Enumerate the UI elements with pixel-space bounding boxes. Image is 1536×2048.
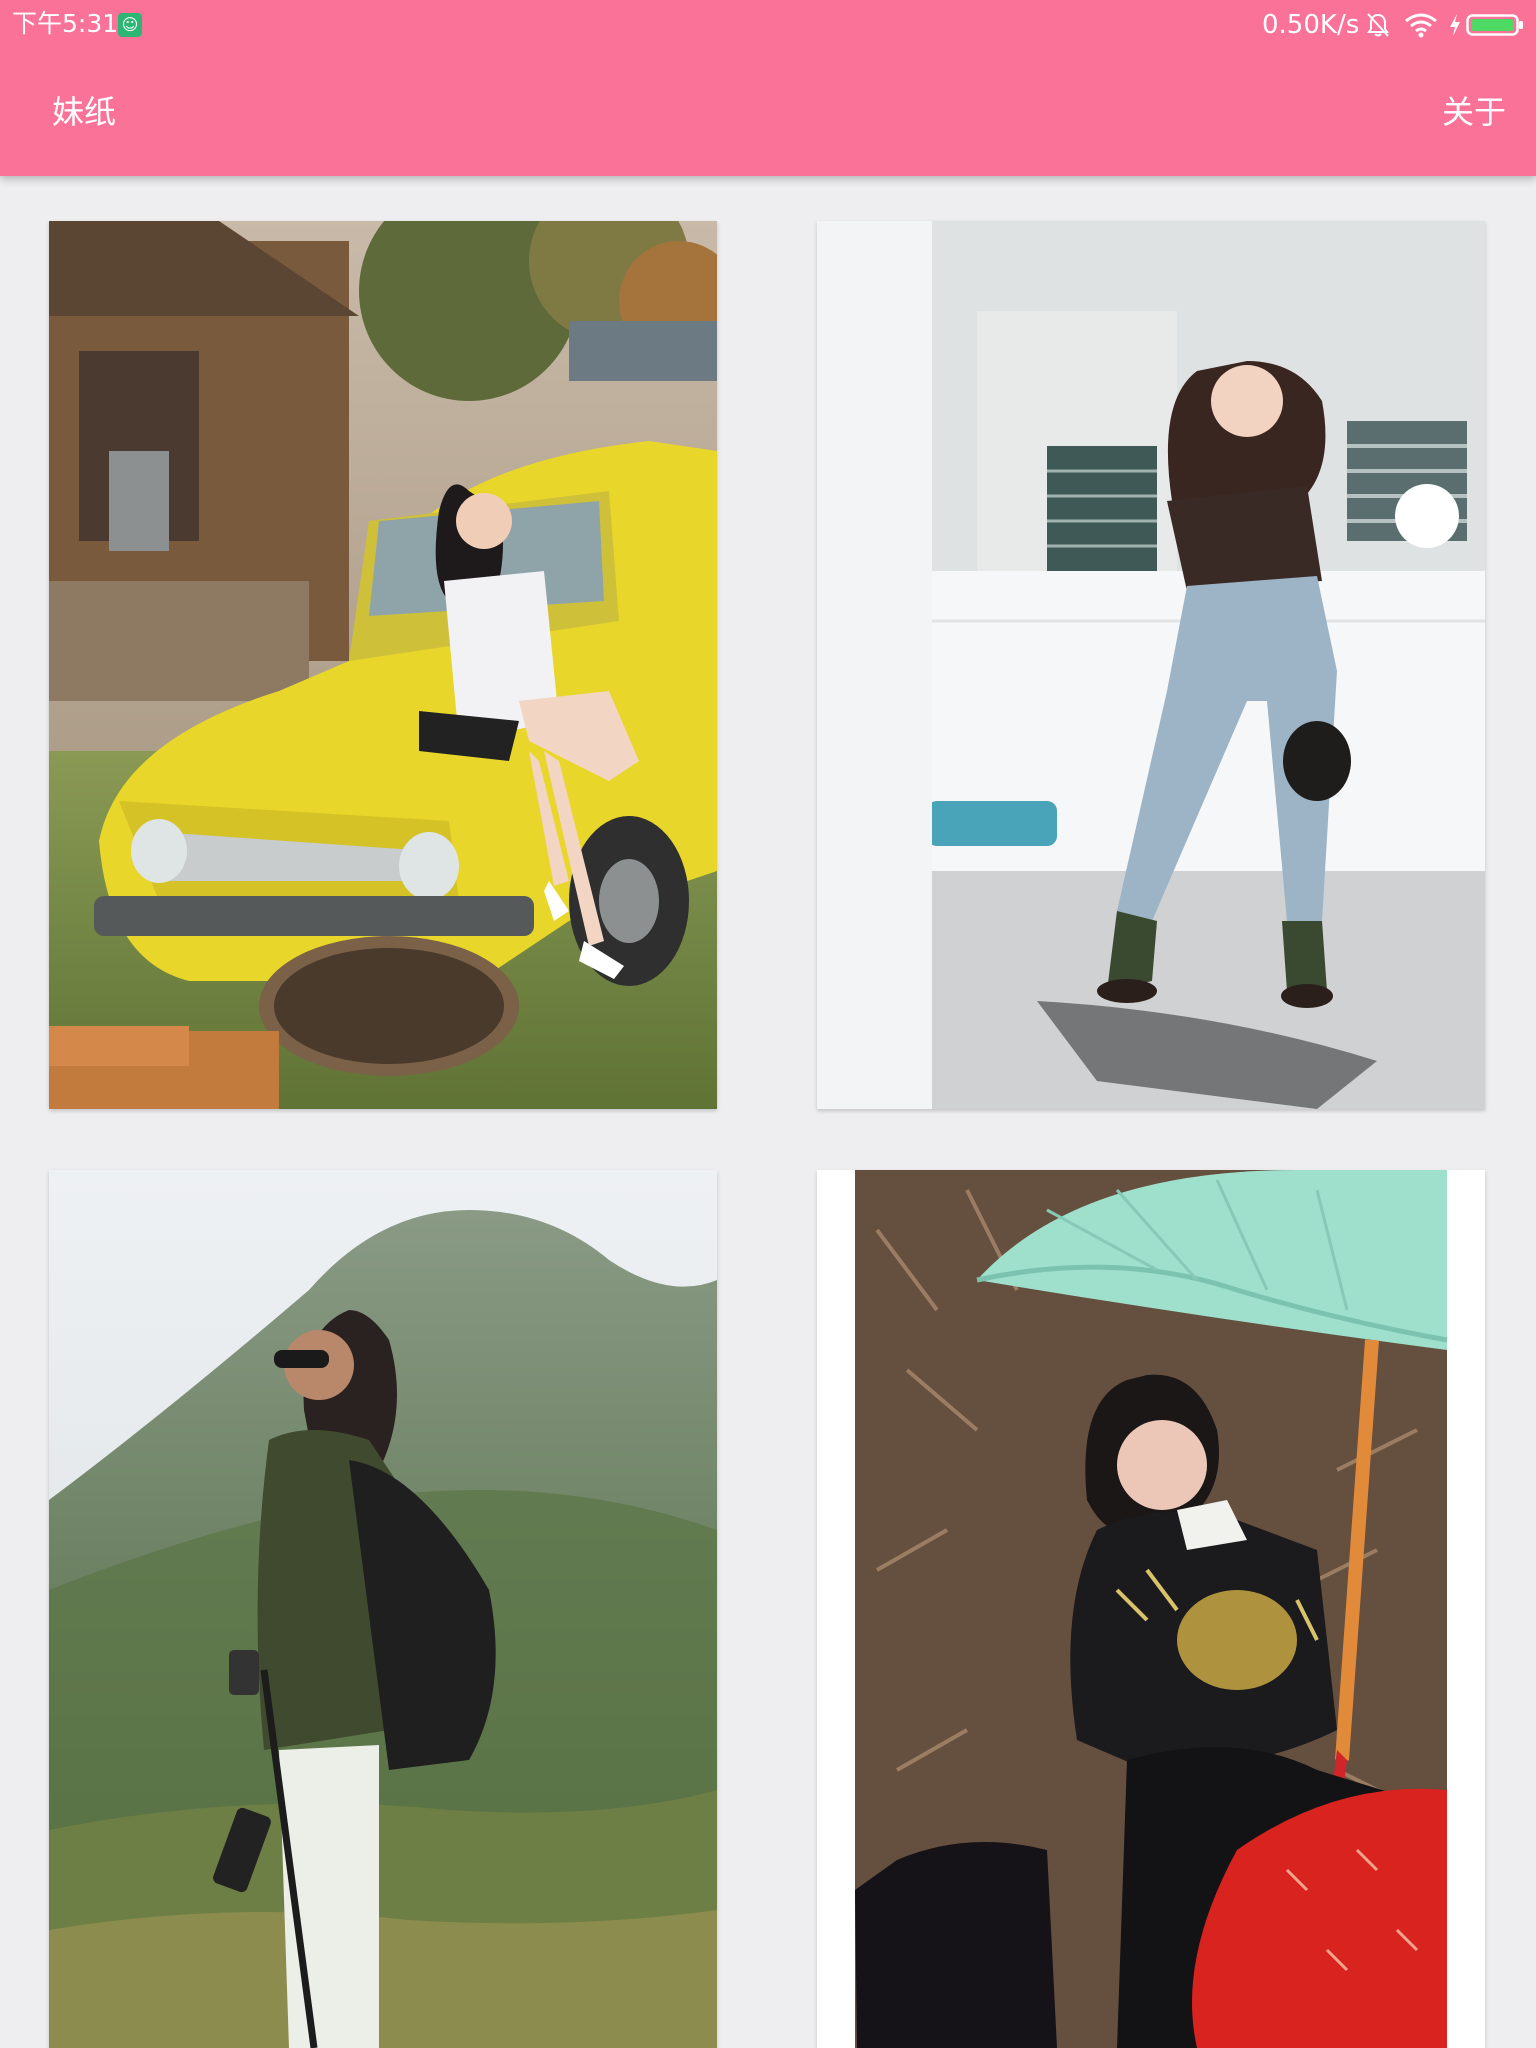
- yellow-truck-photo: [49, 221, 717, 1109]
- gallery-card[interactable]: [49, 1170, 717, 2048]
- battery-icon: [1466, 14, 1523, 36]
- gallery-card[interactable]: [817, 221, 1485, 1109]
- gallery-card[interactable]: [817, 1170, 1485, 2048]
- toolbar-title: 妹纸: [52, 93, 117, 131]
- charging-bolt-icon: [1450, 14, 1460, 36]
- gallery-card[interactable]: [49, 221, 717, 1109]
- status-time: 下午5:31: [12, 9, 119, 38]
- umbrella-hanfu-photo: [817, 1170, 1485, 2048]
- mute-icon: [1367, 13, 1389, 37]
- wifi-icon: [1405, 13, 1437, 38]
- network-speed: 0.50K/s: [1262, 10, 1360, 40]
- mountain-hiker-photo: [49, 1170, 717, 2048]
- rooftop-jeans-photo: [817, 221, 1485, 1109]
- app-notification-icon: ☺: [118, 13, 142, 37]
- app-bar: 下午5:31 ☺ 0.50K/s 妹纸 关于: [0, 0, 1536, 176]
- about-menu-button[interactable]: 关于: [1442, 92, 1506, 132]
- status-bar: 下午5:31 ☺ 0.50K/s: [0, 0, 1536, 50]
